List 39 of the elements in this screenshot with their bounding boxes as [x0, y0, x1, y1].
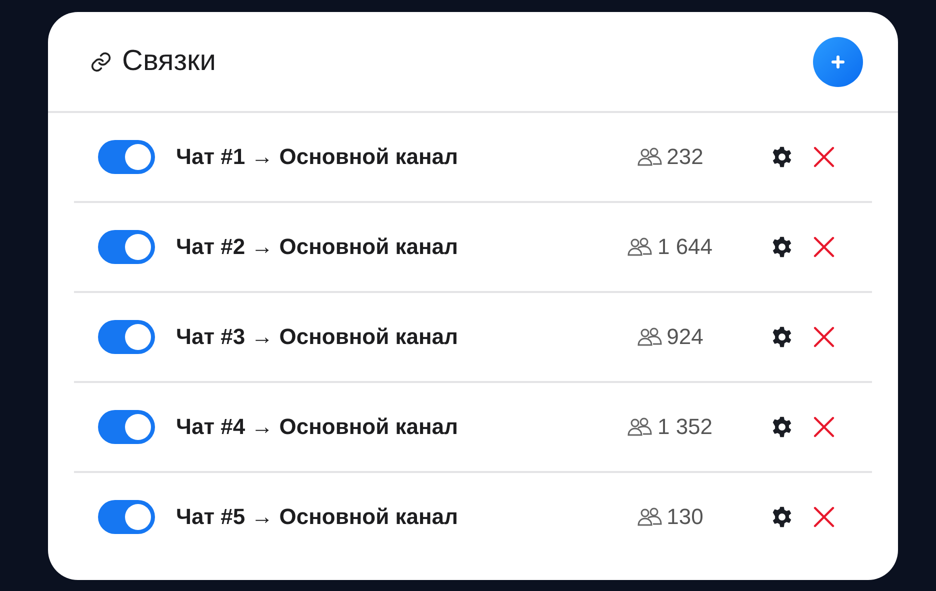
- close-icon: [813, 506, 835, 528]
- delete-button[interactable]: [811, 414, 837, 440]
- users-icon: [636, 507, 663, 527]
- toggle-switch[interactable]: [98, 230, 155, 264]
- member-count: 1 644: [657, 234, 713, 260]
- member-count: 1 352: [657, 414, 713, 440]
- gear-icon: [771, 416, 793, 438]
- link-label: Чат #4 → Основной канал: [176, 414, 458, 440]
- link-label: Чат #2 → Основной канал: [176, 234, 458, 260]
- link-icon: [90, 50, 112, 72]
- close-icon: [813, 416, 835, 438]
- gear-icon: [771, 146, 793, 168]
- delete-button[interactable]: [811, 144, 837, 170]
- panel-title: Связки: [122, 45, 217, 78]
- delete-button[interactable]: [811, 234, 837, 260]
- add-button[interactable]: [813, 36, 863, 86]
- delete-button[interactable]: [811, 324, 837, 350]
- users-icon: [627, 237, 654, 257]
- member-count: 232: [666, 144, 704, 170]
- delete-button[interactable]: [811, 504, 837, 530]
- close-icon: [813, 236, 835, 258]
- link-label: Чат #1 → Основной канал: [176, 144, 458, 170]
- toggle-switch[interactable]: [98, 500, 155, 534]
- gear-icon: [771, 236, 793, 258]
- gear-icon: [771, 506, 793, 528]
- member-count: 924: [666, 324, 704, 350]
- users-icon: [636, 147, 663, 167]
- link-label: Чат #5 → Основной канал: [176, 504, 458, 530]
- users-icon: [636, 327, 663, 347]
- toggle-switch[interactable]: [98, 320, 155, 354]
- close-icon: [813, 146, 835, 168]
- link-label: Чат #3 → Основной канал: [176, 324, 458, 350]
- users-icon: [627, 417, 654, 437]
- member-count: 130: [666, 504, 704, 530]
- toggle-switch[interactable]: [98, 140, 155, 174]
- plus-icon: [830, 54, 846, 70]
- close-icon: [813, 326, 835, 348]
- toggle-switch[interactable]: [98, 410, 155, 444]
- gear-icon: [771, 326, 793, 348]
